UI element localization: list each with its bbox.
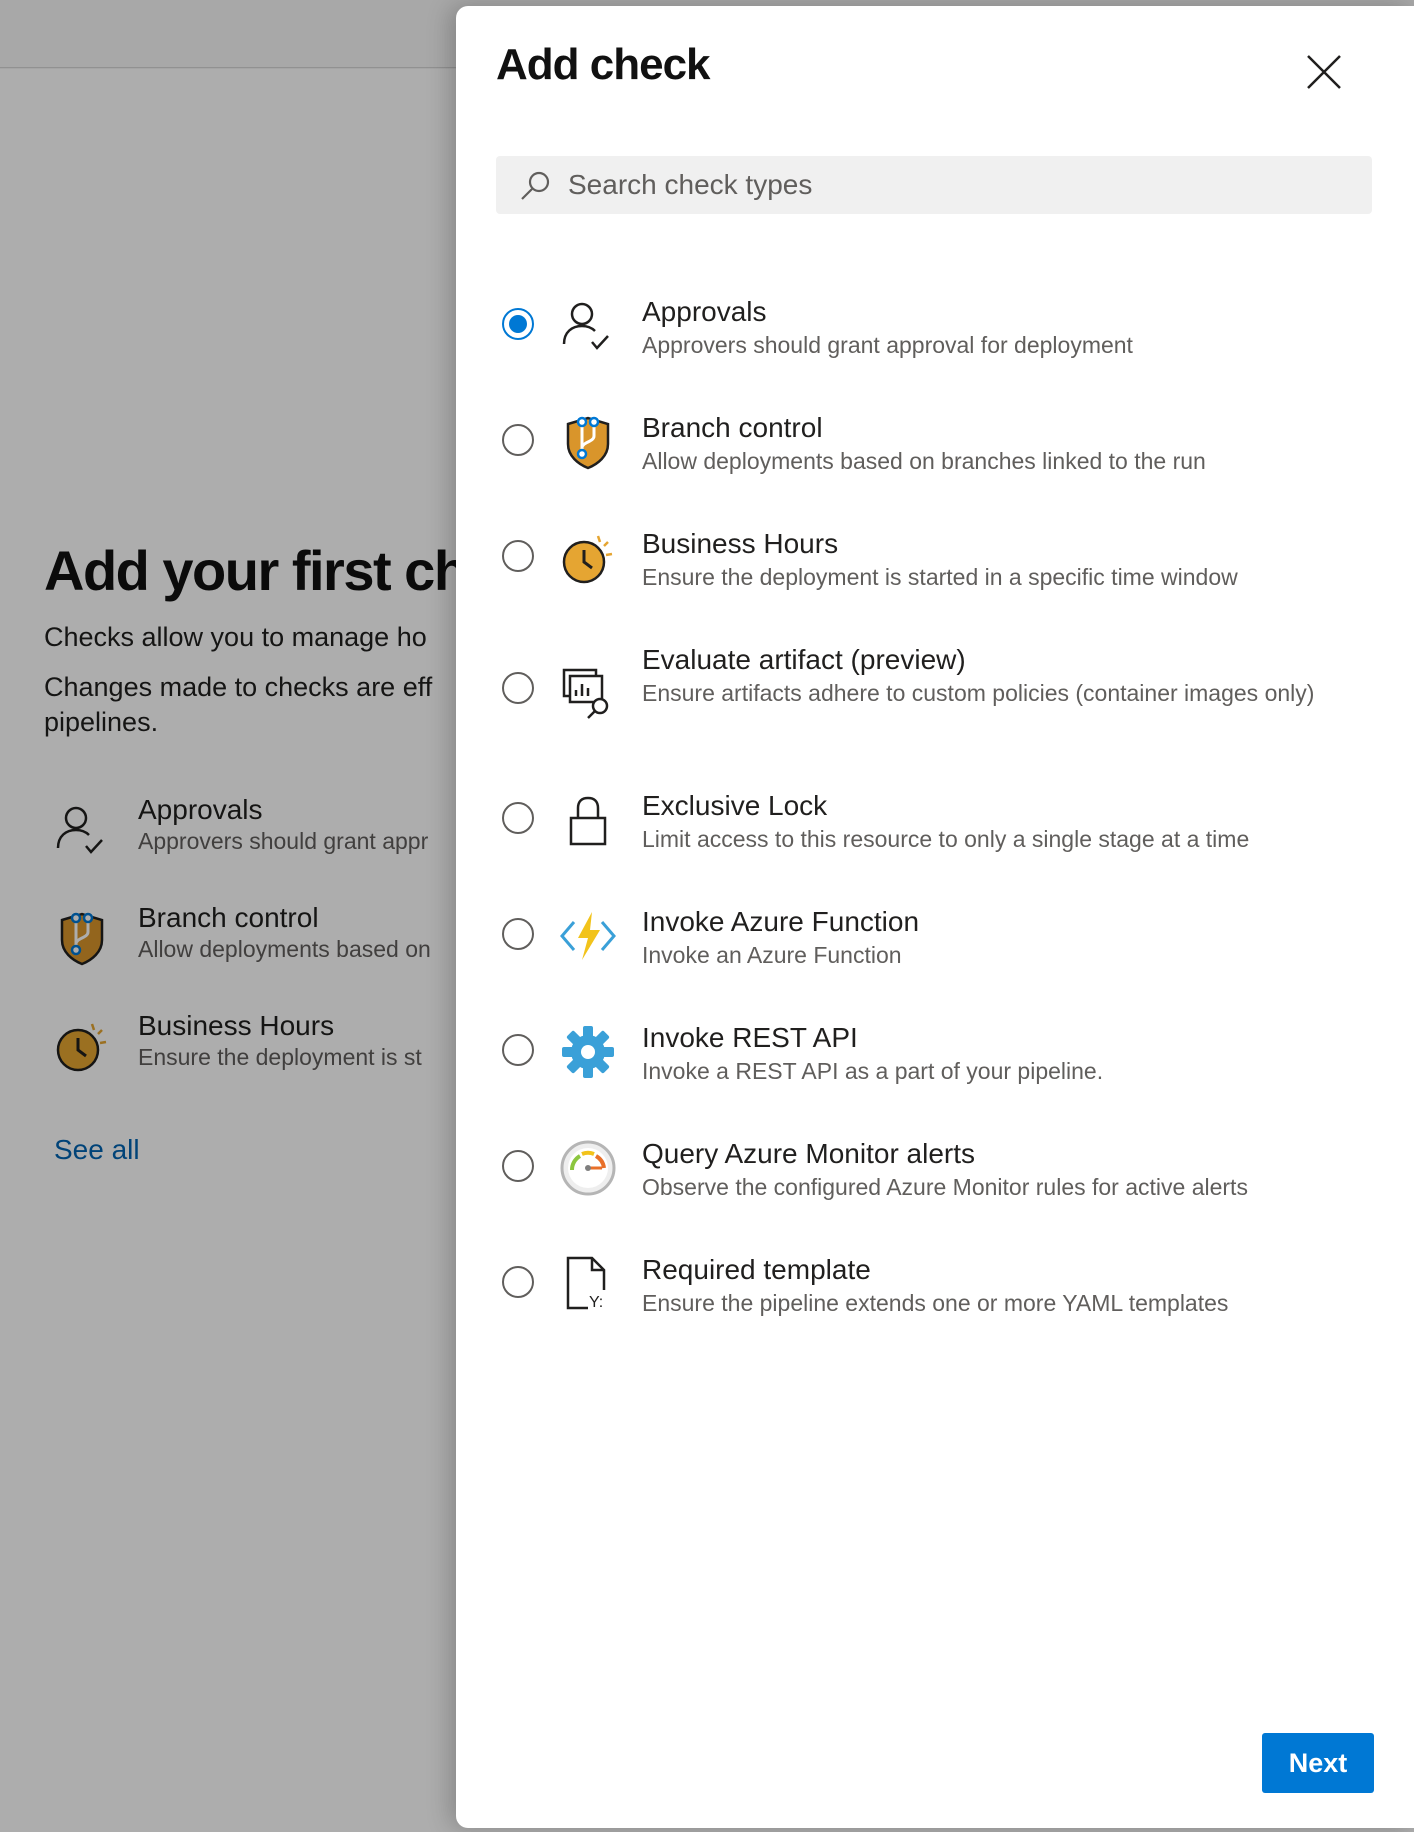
azure-function-icon	[560, 912, 616, 960]
option-invoke-azure-function[interactable]: Invoke Azure Function Invoke an Azure Fu…	[496, 906, 1376, 976]
option-query-azure-monitor[interactable]: Query Azure Monitor alerts Observe the c…	[496, 1138, 1376, 1208]
radio-required-template[interactable]	[502, 1266, 534, 1298]
lock-icon	[569, 796, 607, 846]
next-button[interactable]: Next	[1262, 1733, 1374, 1793]
radio-invoke-rest-api[interactable]	[502, 1034, 534, 1066]
option-title: Approvals	[642, 296, 767, 327]
option-description: Ensure the pipeline extends one or more …	[642, 1290, 1229, 1316]
option-description: Approvers should grant approval for depl…	[642, 332, 1133, 358]
radio-evaluate-artifact[interactable]	[502, 672, 534, 704]
branch-control-icon	[566, 416, 610, 470]
option-description: Allow deployments based on branches link…	[642, 448, 1206, 474]
option-description: Ensure artifacts adhere to custom polici…	[642, 680, 1315, 706]
option-title: Invoke Azure Function	[642, 906, 920, 937]
option-title: Business Hours	[642, 528, 839, 559]
radio-invoke-azure-function[interactable]	[502, 918, 534, 950]
search-input[interactable]	[568, 156, 1358, 214]
option-description: Invoke an Azure Function	[642, 942, 902, 968]
option-title: Query Azure Monitor alerts	[642, 1138, 976, 1169]
business-hours-icon	[562, 535, 613, 584]
option-required-template[interactable]: Y: Required template Ensure the pipeline…	[496, 1254, 1376, 1324]
panel-title: Add check	[496, 40, 711, 89]
option-business-hours[interactable]: Business Hours Ensure the deployment is …	[496, 528, 1376, 598]
option-exclusive-lock[interactable]: Exclusive Lock Limit access to this reso…	[496, 790, 1376, 860]
evaluate-artifact-icon	[562, 668, 609, 719]
radio-query-azure-monitor[interactable]	[502, 1150, 534, 1182]
option-description: Ensure the deployment is started in a sp…	[642, 564, 1238, 590]
option-title: Invoke REST API	[642, 1022, 858, 1053]
option-title: Evaluate artifact (preview)	[642, 644, 966, 675]
approvals-icon	[562, 302, 609, 350]
gear-icon	[562, 1026, 614, 1078]
add-check-panel: Add check Approvals Approvers should gra…	[456, 6, 1414, 1828]
radio-exclusive-lock[interactable]	[502, 802, 534, 834]
search-icon	[521, 171, 550, 200]
radio-business-hours[interactable]	[502, 540, 534, 572]
option-title: Exclusive Lock	[642, 790, 828, 821]
search-box	[496, 156, 1372, 214]
monitor-gauge-icon	[560, 1140, 616, 1196]
option-description: Invoke a REST API as a part of your pipe…	[642, 1058, 1104, 1084]
option-invoke-rest-api[interactable]: Invoke REST API Invoke a REST API as a p…	[496, 1022, 1376, 1092]
svg-text:Y:: Y:	[589, 1294, 603, 1311]
option-evaluate-artifact[interactable]: Evaluate artifact (preview) Ensure artif…	[496, 644, 1376, 744]
option-description: Observe the configured Azure Monitor rul…	[642, 1174, 1248, 1200]
close-icon[interactable]	[1302, 50, 1346, 94]
radio-approvals[interactable]	[502, 308, 534, 340]
option-title: Branch control	[642, 412, 823, 443]
option-approvals[interactable]: Approvals Approvers should grant approva…	[496, 296, 1376, 366]
radio-branch-control[interactable]	[502, 424, 534, 456]
option-title: Required template	[642, 1254, 871, 1285]
yaml-template-icon: Y:	[566, 1256, 612, 1311]
option-description: Limit access to this resource to only a …	[642, 826, 1250, 852]
option-branch-control[interactable]: Branch control Allow deployments based o…	[496, 412, 1376, 482]
